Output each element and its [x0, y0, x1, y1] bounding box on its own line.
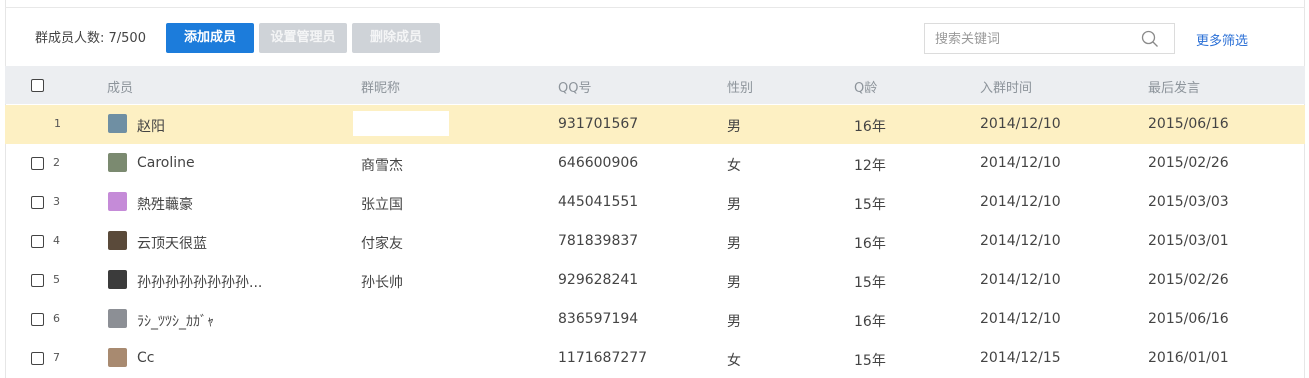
gender: 女 — [727, 158, 741, 174]
table-row[interactable]: 5 孙孙孙孙孙孙孙孙... 孙长帅 929628241 男 15年 2014/12/10 20… — [5, 261, 1305, 300]
row-index: 2 — [53, 156, 60, 169]
member-name[interactable]: ﾗｼ_ﾂﾂｼ_ｶｶﾞｬ — [137, 311, 214, 331]
last-speak-time: 2015/03/03 — [1148, 194, 1229, 210]
row-checkbox[interactable] — [31, 157, 44, 170]
q-age: 15年 — [854, 197, 886, 213]
gender: 男 — [727, 314, 741, 330]
last-speak-time: 2015/06/16 — [1148, 311, 1229, 327]
join-time: 2014/12/10 — [980, 311, 1061, 327]
row-index: 7 — [53, 351, 60, 364]
join-time: 2014/12/10 — [980, 233, 1061, 249]
table-row[interactable]: 4 云顶天很蓝 付家友 781839837 男 16年 2014/12/10 2015/03/… — [5, 222, 1305, 261]
row-index: 1 — [54, 117, 61, 130]
join-time: 2014/12/10 — [980, 116, 1061, 132]
qq-number: 646600906 — [558, 155, 639, 171]
avatar — [108, 309, 127, 328]
header-gender[interactable]: 性别 — [727, 77, 753, 96]
join-time: 2014/12/10 — [980, 194, 1061, 210]
q-age: 15年 — [854, 275, 886, 291]
member-count: 群成员人数: 7/500 — [35, 31, 146, 46]
header-nickname[interactable]: 群昵称 — [361, 77, 400, 96]
select-all-checkbox[interactable] — [31, 79, 44, 92]
member-name[interactable]: 赵阳 — [137, 116, 165, 136]
table-row[interactable]: 6 ﾗｼ_ﾂﾂｼ_ｶｶﾞｬ 836597194 男 16年 2014/12/10 2015/… — [5, 300, 1305, 339]
join-time: 2014/12/15 — [980, 350, 1061, 366]
more-filters-link[interactable]: 更多筛选 — [1196, 30, 1248, 49]
q-age: 16年 — [854, 119, 886, 135]
qq-number: 781839837 — [558, 233, 639, 249]
avatar — [108, 153, 127, 172]
nickname: 孙长帅 — [361, 275, 403, 291]
q-age: 15年 — [854, 353, 886, 369]
avatar — [108, 114, 127, 133]
table-row[interactable]: 2 Caroline 商雪杰 646600906 女 12年 2014/12/10 2015/… — [5, 144, 1305, 183]
member-name[interactable]: 云顶天很蓝 — [137, 233, 207, 253]
q-age: 16年 — [854, 314, 886, 330]
last-speak-time: 2016/01/01 — [1148, 350, 1229, 366]
search-box — [924, 23, 1175, 54]
row-checkbox[interactable] — [31, 235, 44, 248]
gender: 男 — [727, 119, 741, 135]
last-speak-time: 2015/02/26 — [1148, 272, 1229, 288]
table-header: 成员 群昵称 QQ号 性别 Q龄 入群时间 最后发言 — [5, 66, 1305, 104]
qq-number: 929628241 — [558, 272, 639, 288]
set-admin-button[interactable]: 设置管理员 — [259, 23, 347, 53]
add-member-button[interactable]: 添加成员 — [166, 23, 254, 53]
avatar — [108, 270, 127, 289]
row-checkbox[interactable] — [31, 352, 44, 365]
gender: 男 — [727, 236, 741, 252]
qq-number: 836597194 — [558, 311, 639, 327]
header-qage[interactable]: Q龄 — [854, 77, 877, 96]
header-join-time[interactable]: 入群时间 — [980, 77, 1032, 96]
join-time: 2014/12/10 — [980, 155, 1061, 171]
row-index: 5 — [53, 273, 60, 286]
row-index: 6 — [53, 312, 60, 325]
top-divider — [5, 7, 1305, 8]
member-name[interactable]: Cc — [137, 350, 154, 366]
header-last-speak[interactable]: 最后发言 — [1148, 77, 1200, 96]
table-row[interactable]: 7 Cc 1171687277 女 15年 2014/12/15 2016/01/01 — [5, 339, 1305, 378]
last-speak-time: 2015/03/01 — [1148, 233, 1229, 249]
row-checkbox[interactable] — [31, 313, 44, 326]
q-age: 16年 — [854, 236, 886, 252]
qq-number: 445041551 — [558, 194, 639, 210]
remove-member-button[interactable]: 删除成员 — [352, 23, 440, 53]
qq-number: 1171687277 — [558, 350, 648, 366]
nickname-edit-field[interactable] — [353, 111, 449, 136]
join-time: 2014/12/10 — [980, 272, 1061, 288]
search-input[interactable] — [933, 28, 1137, 51]
qq-number: 931701567 — [558, 116, 639, 132]
search-icon[interactable] — [1141, 30, 1159, 48]
gender: 男 — [727, 197, 741, 213]
table-row[interactable]: 3 熱殅蘵豪 张立国 445041551 男 15年 2014/12/10 2015/03/0… — [5, 183, 1305, 222]
row-index: 3 — [53, 195, 60, 208]
avatar — [108, 192, 127, 211]
nickname: 付家友 — [361, 236, 403, 252]
nickname: 商雪杰 — [361, 158, 403, 174]
gender: 男 — [727, 275, 741, 291]
avatar — [108, 231, 127, 250]
row-checkbox[interactable] — [31, 274, 44, 287]
row-index: 4 — [53, 234, 60, 247]
avatar — [108, 348, 127, 367]
header-qq[interactable]: QQ号 — [558, 77, 591, 96]
member-name[interactable]: 孙孙孙孙孙孙孙孙... — [137, 272, 262, 292]
gender: 女 — [727, 353, 741, 369]
last-speak-time: 2015/02/26 — [1148, 155, 1229, 171]
table-row[interactable]: 1 赵阳 931701567 男 16年 2014/12/10 2015/06/16 — [5, 105, 1305, 144]
nickname: 张立国 — [361, 197, 403, 213]
row-checkbox[interactable] — [31, 196, 44, 209]
header-member[interactable]: 成员 — [107, 77, 133, 96]
member-name[interactable]: 熱殅蘵豪 — [137, 194, 193, 214]
q-age: 12年 — [854, 158, 886, 174]
last-speak-time: 2015/06/16 — [1148, 116, 1229, 132]
member-name[interactable]: Caroline — [137, 155, 195, 171]
